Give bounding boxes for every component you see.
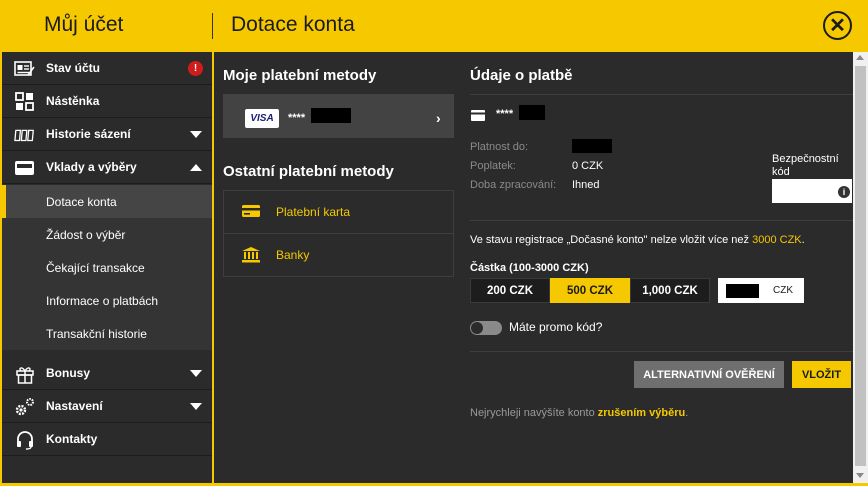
sidebar: Stav účtu ! Nástěnka Historie sázení Vkl… [2,52,212,483]
divider [470,220,853,221]
scroll-up-icon[interactable] [856,55,864,60]
dashboard-grid-icon [14,92,36,112]
currency-label: CZK [773,285,793,296]
footer-note: Nejrychleji navýšíte konto zrušením výbě… [470,407,688,419]
redacted-amount [726,284,759,298]
sidebar-item-vklady-a-vybery[interactable]: Vklady a výběry [2,151,212,184]
footer-end: . [685,407,689,419]
redacted-card-number [519,105,545,120]
method-label: Banky [276,248,310,262]
fee-value: 0 CZK [572,160,604,172]
credit-card-icon [242,204,260,223]
card-mask: **** [288,112,306,124]
sidebar-item-nastenka[interactable]: Nástěnka [2,85,212,118]
sidebar-item-kontakty[interactable]: Kontakty [2,423,212,456]
chevron-right-icon: › [436,110,441,126]
amount-option-200[interactable]: 200 CZK [470,278,550,303]
sidebar-item-label: Kontakty [46,432,98,446]
subitem-transakcni-historie[interactable]: Transakční historie [2,317,212,350]
sidebar-item-label: Bonusy [46,366,91,380]
method-label: Platební karta [276,205,351,219]
payment-details-title: Údaje o platbě [470,67,573,84]
cancel-withdrawal-link[interactable]: zrušením výběru [598,407,685,419]
sidebar-item-bonusy[interactable]: Bonusy [2,357,212,390]
sidebar-item-label: Nástěnka [46,94,100,108]
other-methods-title: Ostatní platební metody [223,163,394,180]
footer-text: Nejrychleji navýšíte konto [470,407,598,419]
sidebar-item-label: Stav účtu [46,61,101,75]
processing-label: Doba zpracování: [470,179,557,191]
chevron-up-icon[interactable] [190,164,202,171]
security-code-label: Bezpečnostní kód [772,153,839,178]
page-title: Dotace konta [231,13,355,36]
validity-label: Platnost do: [470,141,529,153]
gift-icon [14,364,36,384]
bank-icon [242,247,260,268]
divider [470,351,853,352]
account-title: Můj účet [44,13,124,36]
info-icon[interactable]: i [838,186,850,198]
amount-label: Částka (100-3000 CZK) [470,262,589,274]
scroll-thumb[interactable] [855,66,866,466]
scrollbar[interactable] [853,52,868,483]
alternative-verification-button[interactable]: ALTERNATIVNÍ OVĚŘENÍ [634,361,784,388]
processing-value: Ihned [572,179,600,191]
subitem-zadost-o-vyber[interactable]: Žádost o výběr [2,218,212,251]
wallet-icon [14,158,36,178]
header-divider [212,13,213,39]
amount-option-1000[interactable]: 1,000 CZK [630,278,710,303]
toggle-knob [471,322,483,334]
visa-logo: VISA [245,109,279,128]
redacted-validity [572,139,612,153]
close-icon[interactable]: ✕ [823,11,852,40]
subitem-label: Čekající transakce [46,261,145,275]
scroll-down-icon[interactable] [856,473,864,478]
sidebar-item-nastaveni[interactable]: Nastavení [2,390,212,423]
note-limit: 3000 CZK [752,234,802,246]
chevron-down-icon[interactable] [190,403,202,410]
subitem-dotace-konta[interactable]: Dotace konta [2,185,212,218]
subitem-informace-o-platbach[interactable]: Informace o platbách [2,284,212,317]
gears-icon [14,397,36,417]
my-methods-title: Moje platební metody [223,67,377,84]
note-text: Ve stavu registrace „Dočasné konto" nelz… [470,234,753,246]
subitem-label: Transakční historie [46,327,147,341]
method-payment-card[interactable]: Platební karta [224,191,453,234]
modal-frame: Můj účet Dotace konta ✕ Stav účtu ! Nást… [0,0,868,486]
deposit-button[interactable]: VLOŽIT [792,361,851,388]
account-card-icon [14,59,36,79]
content-panel: Moje platební metody VISA **** › Ostatní… [214,52,853,483]
sidebar-item-historie-sazeni[interactable]: Historie sázení [2,118,212,151]
registration-note: Ve stavu registrace „Dočasné konto" nelz… [470,234,853,246]
subitem-cekajici-transakce[interactable]: Čekající transakce [2,251,212,284]
saved-card-item[interactable]: VISA **** › [223,94,454,138]
sidebar-item-label: Historie sázení [46,127,131,141]
amount-option-500[interactable]: 500 CZK [550,278,630,303]
promo-label: Máte promo kód? [509,320,603,334]
redacted-card-number [311,108,351,123]
subitem-label: Dotace konta [46,195,117,209]
payment-card-mask: **** [496,108,514,120]
sidebar-item-label: Vklady a výběry [46,160,137,174]
sidebar-item-stav-uctu[interactable]: Stav účtu ! [2,52,212,85]
headset-icon [14,430,36,450]
card-icon [471,108,485,126]
chevron-down-icon[interactable] [190,370,202,377]
divider [470,94,853,95]
promo-toggle[interactable] [470,321,502,335]
tickets-icon [14,125,36,145]
fee-label: Poplatek: [470,160,516,172]
sidebar-item-label: Nastavení [46,399,103,413]
subitem-label: Žádost o výběr [46,228,126,242]
subitem-label: Informace o platbách [46,294,159,308]
method-banks[interactable]: Banky [224,234,453,277]
header-bar: Můj účet Dotace konta ✕ [0,0,868,52]
note-end: . [801,234,805,246]
other-methods-list: Platební karta Banky [223,190,454,277]
chevron-down-icon[interactable] [190,131,202,138]
alert-badge: ! [188,61,203,76]
